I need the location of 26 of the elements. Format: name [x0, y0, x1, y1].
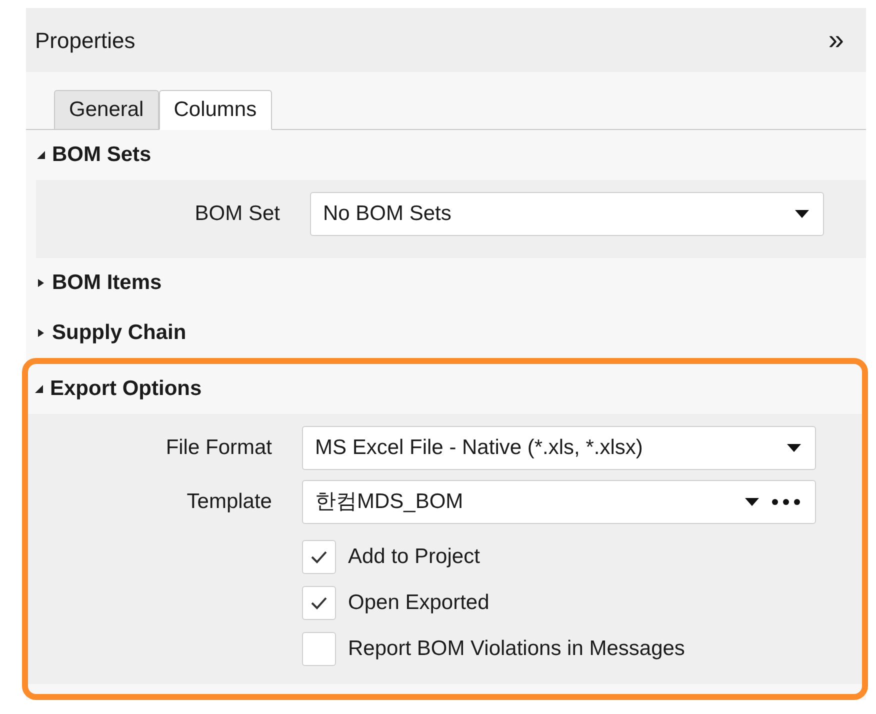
checkbox[interactable] [302, 586, 336, 620]
tab[interactable]: General [54, 90, 159, 130]
checkbox-label: Add to Project [348, 544, 480, 570]
collapse-button[interactable]: » [828, 26, 844, 54]
checkbox[interactable] [302, 632, 336, 666]
dropdown-arrow-icon [745, 498, 759, 506]
checkbox-label: Open Exported [348, 590, 490, 616]
more-icon [771, 499, 801, 505]
checkbox[interactable] [302, 540, 336, 574]
dropdown-field[interactable]: 한컴MDS_BOM [302, 480, 816, 524]
panel-title: Properties [35, 26, 136, 55]
check-icon [310, 550, 328, 564]
section-header[interactable]: BOM Items [26, 258, 162, 308]
check-icon [310, 596, 328, 610]
dropdown-arrow-icon [795, 210, 809, 218]
tab[interactable]: Columns [158, 90, 272, 130]
dropdown-field[interactable]: MS Excel File - Native (*.xls, *.xlsx) [302, 426, 816, 470]
field-label: BOM Set [194, 202, 280, 226]
checkbox-label: Report BOM Violations in Messages [348, 636, 685, 662]
section-header[interactable]: Supply Chain [26, 308, 186, 358]
field-label: Template [186, 490, 272, 514]
dropdown-field[interactable]: No BOM Sets [310, 192, 824, 236]
field-label: File Format [166, 436, 272, 460]
section-header[interactable]: BOM Sets [26, 130, 152, 180]
dropdown-arrow-icon [787, 444, 801, 452]
section-header[interactable]: Export Options [28, 364, 202, 414]
